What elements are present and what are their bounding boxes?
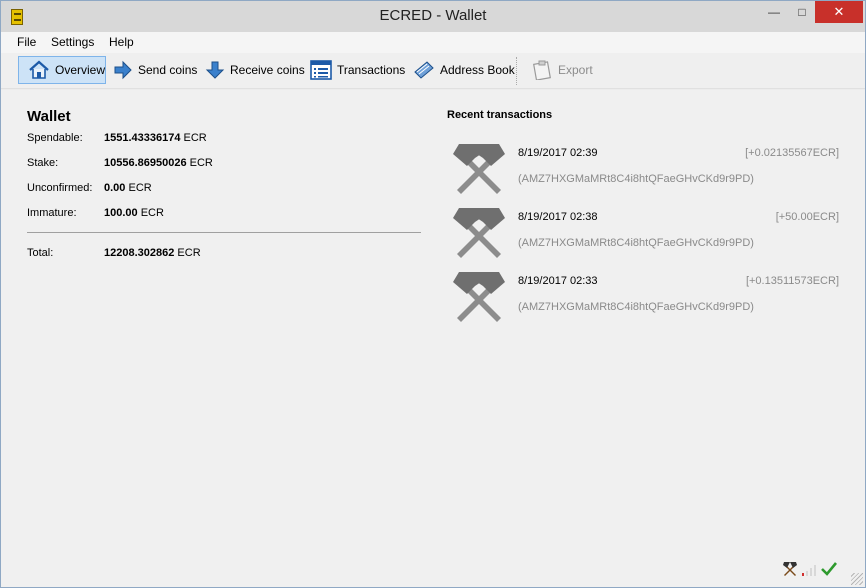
maximize-button[interactable]: □ — [789, 1, 815, 23]
overview-panel: Wallet Spendable: 1551.43336174 ECR Stak… — [1, 90, 865, 587]
sync-check-icon[interactable] — [820, 561, 838, 577]
toolbar: Overview Send coins Receive coins Transa… — [1, 53, 865, 89]
menu-settings[interactable]: Settings — [51, 35, 94, 49]
transaction-item[interactable]: 8/19/2017 02:33 [+0.13511573ECR] (AMZ7HX… — [447, 264, 841, 326]
signal-icon[interactable] — [801, 561, 817, 577]
receive-arrow-icon — [205, 61, 225, 79]
send-coins-button[interactable]: Send coins — [113, 56, 197, 84]
wallet-window: ECRED - Wallet — □ ✕ File Settings Help … — [0, 0, 866, 588]
stake-value: 10556.86950026 ECR — [104, 157, 213, 169]
transaction-amount: [+50.00ECR] — [775, 211, 839, 223]
title-bar[interactable]: ECRED - Wallet — □ ✕ — [1, 1, 865, 32]
wallet-heading: Wallet — [27, 108, 71, 125]
transactions-label: Transactions — [337, 63, 406, 77]
transaction-item[interactable]: 8/19/2017 02:38 [+50.00ECR] (AMZ7HXGMaMR… — [447, 200, 841, 262]
send-coins-label: Send coins — [138, 63, 198, 77]
transaction-date: 8/19/2017 02:39 — [518, 147, 598, 159]
overview-button[interactable]: Overview — [18, 56, 106, 84]
transactions-button[interactable]: Transactions — [310, 56, 405, 84]
send-arrow-icon — [114, 60, 132, 80]
total-label: Total: — [27, 247, 54, 259]
unconfirmed-value: 0.00 ECR — [104, 182, 152, 194]
transaction-amount: [+0.13511573ECR] — [745, 275, 839, 287]
spendable-label: Spendable: — [27, 132, 83, 144]
transaction-item[interactable]: 8/19/2017 02:39 [+0.02135567ECR] (AMZ7HX… — [447, 136, 841, 198]
status-bar-icons — [782, 559, 842, 579]
transaction-date: 8/19/2017 02:38 — [518, 211, 598, 223]
receive-coins-button[interactable]: Receive coins — [205, 56, 305, 84]
total-value: 12208.302862 ECR — [104, 247, 201, 259]
menu-bar: File Settings Help — [1, 32, 865, 53]
address-book-label: Address Book — [440, 63, 515, 77]
close-button[interactable]: ✕ — [815, 1, 863, 23]
stake-label: Stake: — [27, 157, 59, 169]
transaction-address: (AMZ7HXGMaMRt8C4i8htQFaeGHvCKd9r9PD) — [518, 301, 754, 313]
balance-divider — [27, 232, 421, 233]
transaction-amount: [+0.02135567ECR] — [745, 147, 839, 159]
export-icon — [533, 60, 551, 80]
export-label: Export — [558, 63, 593, 77]
hammers-icon — [453, 272, 505, 322]
menu-file[interactable]: File — [17, 35, 36, 49]
address-book-icon — [414, 61, 434, 79]
mining-icon[interactable] — [782, 561, 798, 577]
transaction-address: (AMZ7HXGMaMRt8C4i8htQFaeGHvCKd9r9PD) — [518, 173, 754, 185]
hammers-icon — [453, 144, 505, 194]
receive-coins-label: Receive coins — [230, 63, 305, 77]
resize-grip[interactable] — [851, 573, 863, 585]
menu-help[interactable]: Help — [109, 35, 134, 49]
recent-transactions-heading: Recent transactions — [447, 109, 553, 121]
home-icon — [29, 60, 49, 79]
hammers-icon — [453, 208, 505, 258]
export-button[interactable]: Export — [531, 56, 593, 84]
toolbar-separator — [516, 57, 518, 85]
window-title: ECRED - Wallet — [379, 7, 487, 24]
immature-label: Immature: — [27, 207, 77, 219]
address-book-button[interactable]: Address Book — [413, 56, 515, 84]
list-icon — [310, 60, 332, 80]
transaction-address: (AMZ7HXGMaMRt8C4i8htQFaeGHvCKd9r9PD) — [518, 237, 754, 249]
minimize-button[interactable]: — — [761, 1, 787, 23]
overview-label: Overview — [55, 63, 106, 77]
transaction-date: 8/19/2017 02:33 — [518, 275, 598, 287]
unconfirmed-label: Unconfirmed: — [27, 182, 93, 194]
immature-value: 100.00 ECR — [104, 207, 164, 219]
spendable-value: 1551.43336174 ECR — [104, 132, 207, 144]
